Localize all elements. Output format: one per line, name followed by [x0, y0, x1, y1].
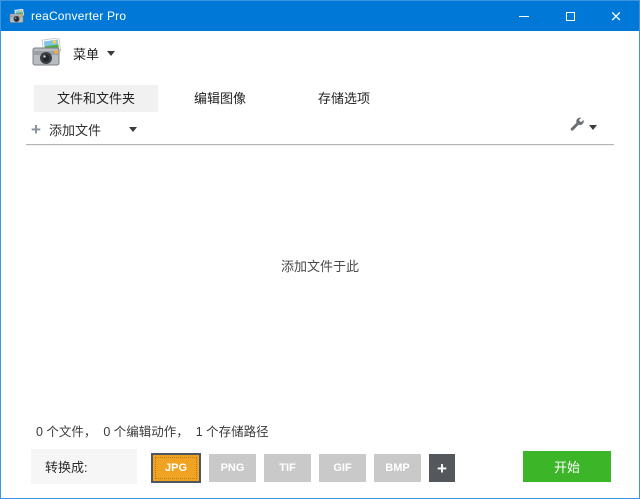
toolbar-separator [26, 144, 614, 145]
menu-label: 菜单 [73, 44, 99, 63]
add-format-button[interactable]: + [429, 454, 455, 482]
minimize-icon [519, 16, 529, 17]
format-button-png[interactable]: PNG [209, 454, 256, 482]
drop-zone-hint: 添加文件于此 [2, 256, 638, 275]
tab-bar: 文件和文件夹 编辑图像 存储选项 [34, 85, 406, 112]
convert-to-label: 转换成: [31, 449, 137, 484]
file-drop-zone[interactable]: 添加文件于此 [2, 146, 638, 438]
chevron-down-icon[interactable] [129, 127, 137, 132]
close-button[interactable]: × [593, 1, 639, 31]
close-icon: × [610, 9, 623, 24]
status-text: 0 个文件， 0 个编辑动作， 1 个存储路径 [36, 421, 269, 440]
toolbar: + 添加文件 [31, 115, 609, 143]
tab-saving-options[interactable]: 存储选项 [282, 85, 406, 112]
add-icon: + [31, 121, 41, 138]
format-button-tif[interactable]: TIF [264, 454, 311, 482]
minimize-button[interactable] [501, 1, 547, 31]
conversion-bar: 转换成: JPG PNG TIF GIF BMP + 开始 [1, 442, 639, 498]
maximize-icon [566, 12, 575, 21]
tab-edit-images[interactable]: 编辑图像 [158, 85, 282, 112]
app-logo-icon [9, 9, 25, 24]
app-window: reaConverter Pro × [0, 0, 640, 499]
maximize-button[interactable] [547, 1, 593, 31]
format-button-bmp[interactable]: BMP [374, 454, 421, 482]
window-title: reaConverter Pro [31, 9, 126, 23]
format-button-gif[interactable]: GIF [319, 454, 366, 482]
chevron-down-icon [107, 51, 115, 56]
format-button-jpg[interactable]: JPG [151, 453, 201, 483]
format-buttons: JPG PNG TIF GIF BMP + [151, 453, 455, 483]
add-files-button[interactable]: 添加文件 [49, 120, 101, 139]
app-logo-icon [31, 38, 63, 68]
tab-files-and-folders[interactable]: 文件和文件夹 [34, 85, 158, 112]
menu-button[interactable]: 菜单 [31, 38, 115, 68]
start-button[interactable]: 开始 [523, 451, 611, 482]
settings-menu-button[interactable] [569, 117, 597, 138]
wrench-icon [569, 117, 585, 138]
chevron-down-icon [589, 125, 597, 130]
titlebar: reaConverter Pro × [1, 1, 639, 31]
